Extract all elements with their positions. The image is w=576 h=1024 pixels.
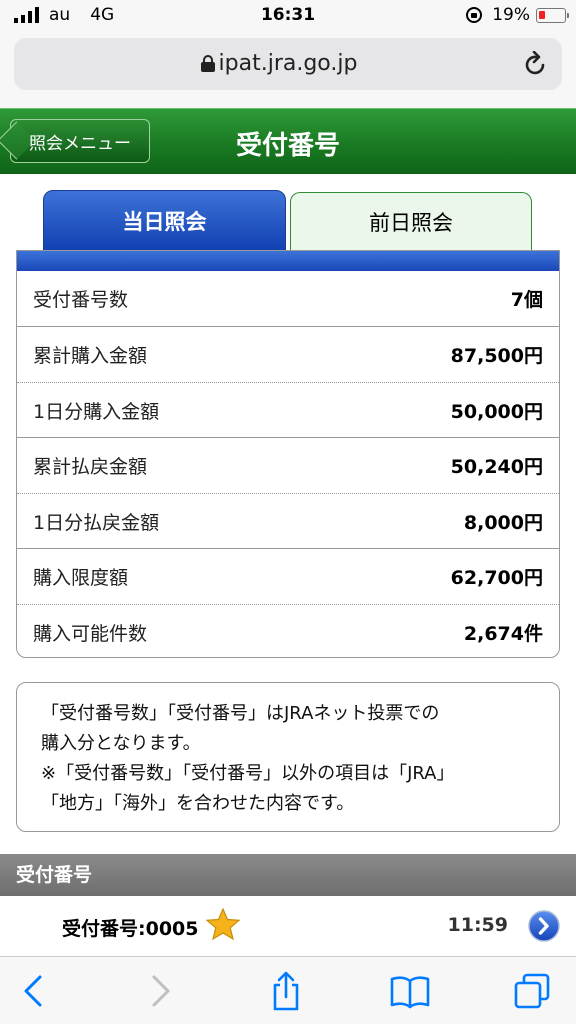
section-header: 受付番号 xyxy=(0,854,576,896)
browser-address-area: ipat.jra.go.jp xyxy=(0,32,576,108)
row-value: 50,000円 xyxy=(450,400,543,423)
row-label: 購入限度額 xyxy=(33,567,129,589)
lock-rotation-icon xyxy=(466,7,483,23)
tab-today[interactable]: 当日照会 xyxy=(43,190,286,252)
back-arrow-icon[interactable] xyxy=(14,971,54,1011)
battery-percent: 19% xyxy=(492,5,530,25)
note-line: 購入分となります。 xyxy=(41,733,201,754)
row-value: 7個 xyxy=(510,289,543,311)
tab-bar: 当日照会 前日照会 xyxy=(0,188,576,252)
status-bar: au 4G 16:31 19% xyxy=(0,0,576,32)
note-line: 「受付番号数」「受付番号」はJRAネット投票での xyxy=(41,703,440,724)
tab-previous-day[interactable]: 前日照会 xyxy=(290,192,532,250)
star-icon xyxy=(206,908,240,940)
note-line: 「地方」「海外」を合わせた内容です。 xyxy=(41,793,355,814)
address-bar[interactable]: ipat.jra.go.jp xyxy=(14,38,562,90)
summary-card: 受付番号数 7個 累計購入金額 87,500円 1日分購入金額 50,000円 … xyxy=(16,250,560,658)
row-label: 購入可能件数 xyxy=(33,622,148,645)
summary-group: 累計購入金額 87,500円 1日分購入金額 50,000円 xyxy=(17,327,559,438)
browser-toolbar xyxy=(0,956,576,1024)
summary-row: 購入可能件数 2,674件 xyxy=(17,604,559,657)
row-label: 1日分購入金額 xyxy=(33,400,160,423)
reload-icon[interactable] xyxy=(524,51,548,77)
summary-row: 累計購入金額 87,500円 xyxy=(17,327,559,382)
row-label: 累計払戻金額 xyxy=(33,456,148,478)
battery-icon xyxy=(536,7,569,23)
bookmarks-icon[interactable] xyxy=(390,971,430,1011)
summary-row: 受付番号数 7個 xyxy=(17,271,559,326)
summary-group: 購入限度額 62,700円 購入可能件数 2,674件 xyxy=(17,549,559,657)
info-note: 「受付番号数」「受付番号」はJRAネット投票での 購入分となります。 ※「受付番… xyxy=(16,682,560,832)
app-header: 照会メニュー 受付番号 xyxy=(0,108,576,174)
page-title: 受付番号 xyxy=(235,131,340,161)
list-item[interactable]: 受付番号:0005 11:59 xyxy=(0,896,576,956)
row-label: 累計購入金額 xyxy=(33,345,148,367)
card-top-bar xyxy=(17,251,559,271)
tabs-icon[interactable] xyxy=(512,971,552,1011)
row-label: 1日分払戻金額 xyxy=(33,511,160,534)
status-right: 19% xyxy=(466,5,569,25)
row-value: 87,500円 xyxy=(450,345,543,367)
url-text[interactable]: ipat.jra.go.jp xyxy=(14,51,562,76)
row-value: 2,674件 xyxy=(463,622,543,645)
note-line: ※「受付番号数」「受付番号」以外の項目は「JRA」 xyxy=(41,763,455,784)
summary-group: 累計払戻金額 50,240円 1日分払戻金額 8,000円 xyxy=(17,438,559,549)
share-icon[interactable] xyxy=(266,971,306,1011)
chevron-right-circle-icon[interactable] xyxy=(528,910,560,942)
summary-group: 受付番号数 7個 xyxy=(17,271,559,327)
summary-row: 累計払戻金額 50,240円 xyxy=(17,438,559,493)
summary-row: 購入限度額 62,700円 xyxy=(17,549,559,604)
row-value: 8,000円 xyxy=(463,511,543,534)
row-value: 50,240円 xyxy=(450,456,543,478)
receipt-time: 11:59 xyxy=(447,914,508,936)
forward-arrow-icon[interactable] xyxy=(140,971,180,1011)
summary-row: 1日分払戻金額 8,000円 xyxy=(17,493,559,548)
row-label: 受付番号数 xyxy=(33,289,129,311)
receipt-number: 受付番号:0005 xyxy=(62,918,199,940)
row-value: 62,700円 xyxy=(450,567,543,589)
summary-row: 1日分購入金額 50,000円 xyxy=(17,382,559,437)
